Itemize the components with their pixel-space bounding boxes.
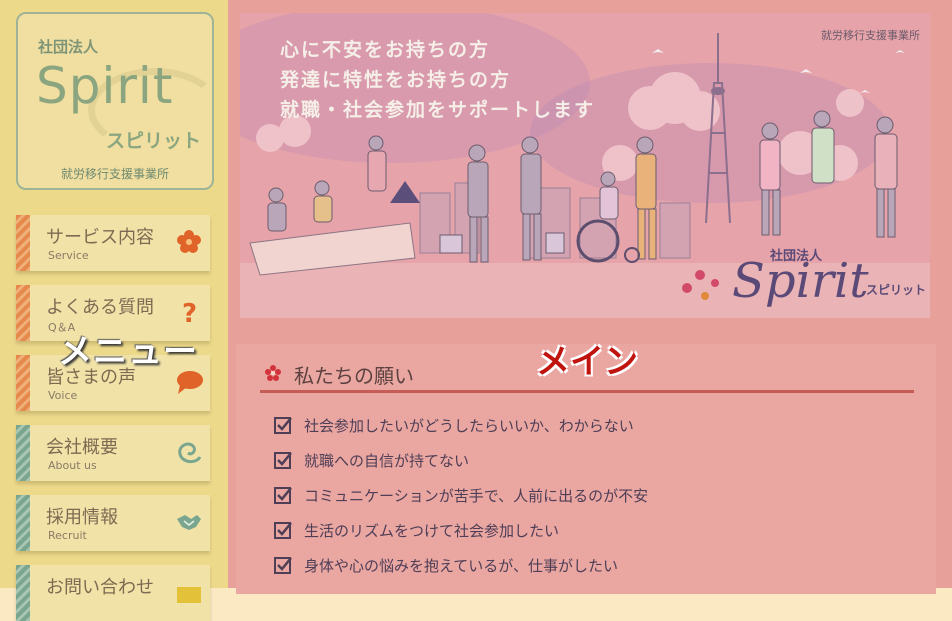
list-item: 就職への自信が持てない [274, 449, 894, 475]
svg-text:?: ? [182, 299, 197, 327]
wish-text: 就職への自信が持てない [304, 452, 470, 470]
logo-subtitle: 就労移行支援事業所 [60, 167, 169, 181]
menu-item-about[interactable]: 会社概要 About us [16, 425, 210, 481]
banner-office-label: 就労移行支援事業所 [821, 29, 920, 42]
menu-stripe [16, 495, 30, 551]
logo-kana: スピリット [106, 130, 202, 152]
menu-item-sublabel: Recruit [48, 529, 87, 542]
list-item: 身体や心の悩みを抱えているが、仕事がしたい [274, 554, 894, 580]
heading-flower-icon [265, 365, 281, 381]
wish-text: 社会参加したいがどうしたらいいか、わからない [304, 417, 634, 435]
menu-item-contact[interactable]: お問い合わせ [16, 565, 210, 621]
menu-stripe [16, 565, 30, 621]
question-icon: ? [182, 299, 197, 327]
logo-wordmark: Spirit [36, 57, 174, 115]
menu-stripe [16, 425, 30, 481]
menu-item-label: 会社概要 [46, 437, 118, 458]
menu-item-sublabel: About us [48, 459, 97, 472]
menu-item-recruit[interactable]: 採用情報 Recruit [16, 495, 210, 551]
wish-text: コミュニケーションが苦手で、人前に出るのが不安 [304, 487, 649, 505]
wish-text: 身体や心の悩みを抱えているが、仕事がしたい [304, 557, 618, 575]
banner-caption-1: 心に不安をお持ちの方 [280, 39, 491, 61]
main-overlay-label: メイン [536, 342, 638, 382]
menu-item-label: 採用情報 [46, 507, 118, 528]
checkbox-icon [274, 522, 292, 539]
site-logo[interactable]: 社団法人 Spirit スピリット 就労移行支援事業所 [16, 12, 222, 190]
menu-item-label: サービス内容 [46, 227, 154, 248]
banner-caption-3: 就職・社会参加をサポートします [280, 99, 596, 121]
menu-item-label: よくある質問 [46, 297, 154, 318]
mail-icon [177, 587, 201, 603]
menu-stripe [16, 355, 30, 411]
handshake-icon [177, 515, 201, 530]
menu-overlay-label: メニュー [58, 332, 198, 372]
checkbox-icon [274, 417, 292, 434]
banner-brand-kana: スピリット [866, 283, 927, 297]
checkbox-icon [274, 487, 292, 504]
menu-stripe [16, 215, 30, 271]
list-item: コミュニケーションが苦手で、人前に出るのが不安 [274, 484, 894, 510]
menu-item-sublabel: Service [48, 249, 89, 262]
menu-stripe [16, 285, 30, 341]
logo-corp-label: 社団法人 [38, 38, 99, 56]
list-item: 社会参加したいがどうしたらいいか、わからない [274, 414, 894, 440]
banner-caption-2: 発達に特性をお持ちの方 [280, 69, 512, 91]
checkbox-icon [274, 557, 292, 574]
menu-item-sublabel: Voice [48, 389, 78, 402]
list-item: 生活のリズムをつけて社会参加したい [274, 519, 894, 545]
menu-item-service[interactable]: サービス内容 Service [16, 215, 210, 271]
main-content: 心に不安をお持ちの方 発達に特性をお持ちの方 就職・社会参加をサポートします 就… [228, 0, 952, 594]
checkbox-icon [274, 452, 292, 469]
banner-brand-wordmark: Spirit [732, 253, 869, 309]
swirl-icon [178, 442, 202, 463]
hero-banner: 心に不安をお持ちの方 発達に特性をお持ちの方 就職・社会参加をサポートします 就… [240, 13, 930, 318]
section-title: 私たちの願い [294, 364, 414, 388]
wish-text: 生活のリズムをつけて社会参加したい [304, 522, 560, 540]
flower-icon [177, 230, 201, 253]
sidebar-menu: 社団法人 Spirit スピリット 就労移行支援事業所 サービス内容 Servi… [0, 0, 228, 621]
menu-item-label: お問い合わせ [46, 577, 154, 598]
wishes-panel: 私たちの願い メイン 社会参加したいがどうしたらいいか、わからない 就職への自信… [236, 342, 936, 594]
